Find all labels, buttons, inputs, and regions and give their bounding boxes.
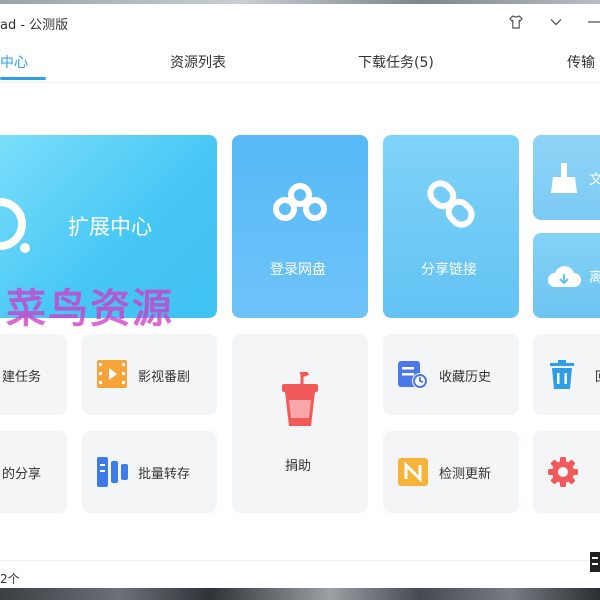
- tab-transfer[interactable]: 传输: [567, 52, 595, 72]
- login-cloud-tile[interactable]: 登录网盘: [232, 135, 368, 318]
- trash-tile[interactable]: 回: [533, 334, 600, 415]
- desktop-background-bottom: [0, 588, 600, 600]
- drink-cup-icon: [282, 372, 318, 426]
- shirt-icon: [509, 15, 523, 29]
- minimize-icon: [588, 21, 600, 23]
- share-link-label: 分享链接: [421, 262, 477, 278]
- app-window: ad - 公测版 中心 资源列表 下载任务(5) 传输 扩展中心 登录网盘 分享…: [0, 4, 600, 588]
- batch-save-label: 批量转存: [138, 467, 191, 482]
- batch-save-icon: [97, 457, 128, 487]
- movies-tile[interactable]: 影视番剧: [82, 334, 217, 415]
- status-count: 2个: [0, 572, 20, 586]
- active-tab-indicator: [0, 77, 46, 80]
- batch-save-tile[interactable]: 批量转存: [82, 431, 217, 513]
- history-icon: [398, 361, 428, 389]
- baidu-cloud-icon: [273, 183, 327, 221]
- watermark-text: 菜鸟资源: [6, 285, 174, 332]
- new-task-label: 建任务: [2, 370, 42, 385]
- window-title: ad - 公测版: [0, 18, 69, 33]
- dropdown-button[interactable]: [546, 12, 566, 32]
- title-bar: ad - 公测版: [0, 4, 600, 40]
- trash-icon: [550, 360, 574, 389]
- login-cloud-label: 登录网盘: [270, 262, 326, 278]
- cloud-download-icon: [548, 266, 581, 287]
- status-divider: [0, 560, 600, 561]
- file-clean-tile[interactable]: 文: [533, 135, 600, 220]
- tab-divider: [0, 82, 600, 83]
- settings-tile[interactable]: [533, 431, 600, 513]
- corner-app-icon: [590, 552, 600, 572]
- minimize-button[interactable]: [584, 12, 600, 32]
- tab-download-tasks[interactable]: 下载任务(5): [358, 52, 434, 72]
- my-share-tile[interactable]: 的分享: [0, 431, 67, 513]
- check-update-label: 检测更新: [439, 467, 492, 482]
- shirt-skin-button[interactable]: [506, 12, 526, 32]
- tab-resource-list[interactable]: 资源列表: [170, 52, 226, 72]
- donate-label: 捐助: [285, 459, 312, 474]
- tab-extension-center[interactable]: 中心: [0, 52, 28, 72]
- update-n-icon: [398, 458, 428, 486]
- donate-tile[interactable]: 捐助: [232, 334, 368, 513]
- search-icon: [0, 198, 30, 253]
- movies-label: 影视番剧: [138, 370, 191, 385]
- favorites-history-label: 收藏历史: [439, 370, 492, 385]
- link-icon: [427, 180, 475, 228]
- new-task-tile[interactable]: 建任务: [0, 334, 67, 415]
- favorites-history-tile[interactable]: 收藏历史: [383, 334, 519, 415]
- check-update-tile[interactable]: 检测更新: [383, 431, 519, 513]
- broom-icon: [551, 163, 577, 193]
- film-icon: [97, 360, 127, 388]
- gear-icon: [548, 457, 578, 487]
- trash-label: 回: [595, 366, 600, 385]
- extension-center-label: 扩展中心: [68, 215, 152, 239]
- my-share-label: 的分享: [2, 467, 42, 482]
- offline-download-tile[interactable]: 离: [533, 233, 600, 318]
- offline-download-label: 离: [589, 270, 600, 286]
- file-clean-label: 文: [589, 172, 600, 188]
- chevron-down-icon: [550, 19, 562, 26]
- share-link-tile[interactable]: 分享链接: [383, 135, 519, 318]
